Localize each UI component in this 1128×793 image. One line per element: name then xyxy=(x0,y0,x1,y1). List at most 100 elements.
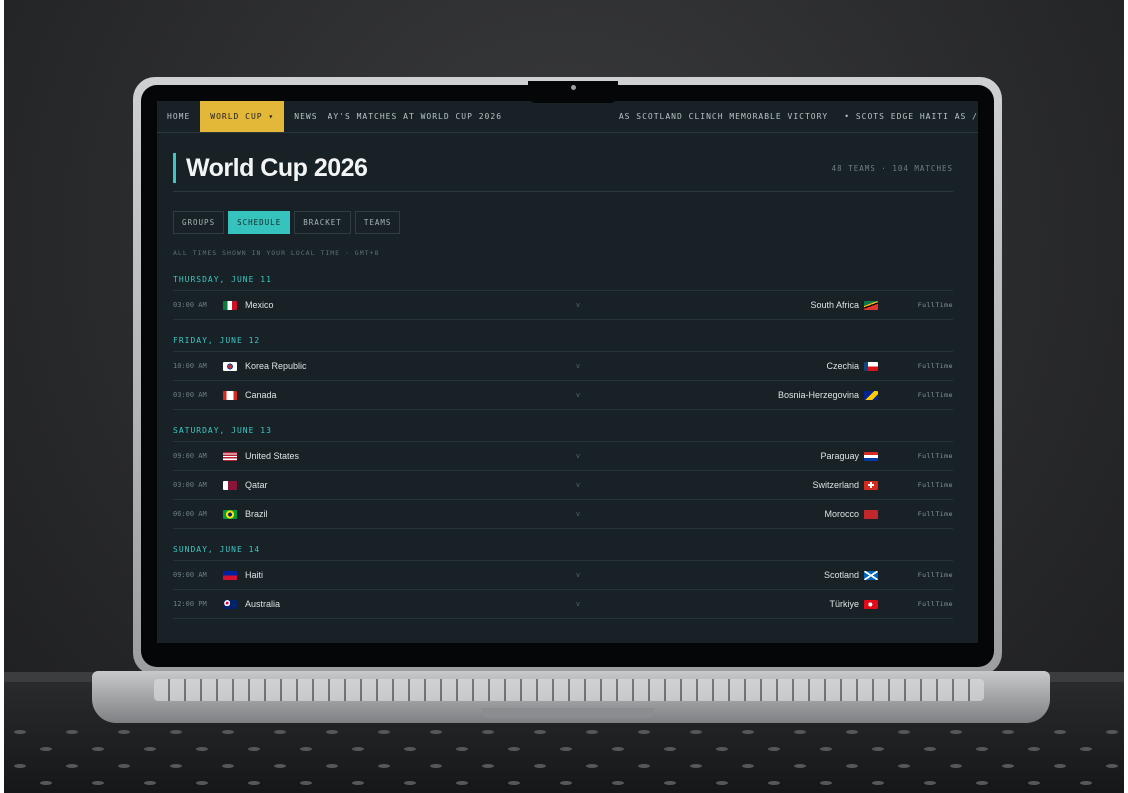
ticker-item[interactable]: AY'S MATCHES AT WORLD CUP 2026 xyxy=(328,112,503,121)
qatar-flag-icon xyxy=(223,480,237,490)
match-status: FullTime xyxy=(917,301,953,309)
view-tabs: GROUPS SCHEDULE BRACKET TEAMS xyxy=(173,211,401,234)
tab-teams[interactable]: TEAMS xyxy=(354,211,401,234)
scotland-flag-icon xyxy=(864,570,878,580)
desk-hole xyxy=(508,781,520,785)
match-time: 12:00 PM xyxy=(173,600,207,608)
desk-hole xyxy=(612,781,624,785)
desk-hole xyxy=(274,730,286,734)
home-team: Haiti xyxy=(223,570,553,580)
desk-hole xyxy=(846,764,858,768)
desk-hole xyxy=(742,764,754,768)
desk-hole xyxy=(404,747,416,751)
away-team-name: Scotland xyxy=(823,570,859,580)
photo-scene: HOME WORLD CUP ▾ NEWS AY'S MATCHES AT WO… xyxy=(4,0,1124,793)
desk-hole xyxy=(248,781,260,785)
desk-hole xyxy=(586,730,598,734)
tab-groups[interactable]: GROUPS xyxy=(173,211,225,234)
versus-label: v xyxy=(575,481,581,489)
mexico-flag-icon xyxy=(223,300,237,310)
versus-label: v xyxy=(575,600,581,608)
desk-hole xyxy=(40,781,52,785)
header-divider xyxy=(173,191,953,192)
versus-label: v xyxy=(575,571,581,579)
desk-hole xyxy=(430,730,442,734)
desk-hole xyxy=(612,747,624,751)
desk-hole xyxy=(14,730,26,734)
nav-world-cup[interactable]: WORLD CUP ▾ xyxy=(200,101,285,132)
nav-news[interactable]: NEWS xyxy=(284,101,327,132)
morocco-flag-icon xyxy=(864,509,878,519)
desk-hole xyxy=(794,764,806,768)
home-team-name: Korea Republic xyxy=(245,361,307,371)
desk-hole xyxy=(1054,730,1066,734)
match-time: 10:00 AM xyxy=(173,362,207,370)
desk-hole xyxy=(222,764,234,768)
home-team: Mexico xyxy=(223,300,553,310)
desk-hole xyxy=(1106,730,1118,734)
match-row[interactable]: 03:00 AM Canada v Bosnia-Herzegovina FullTim… xyxy=(173,381,953,410)
desk-hole xyxy=(92,781,104,785)
match-row[interactable]: 03:00 AM Mexico v South Africa FullTime xyxy=(173,291,953,320)
desk-hole xyxy=(92,747,104,751)
desk-hole xyxy=(976,747,988,751)
page-title: World Cup 2026 xyxy=(186,153,368,182)
tab-bracket[interactable]: BRACKET xyxy=(294,211,351,234)
match-row[interactable]: 10:00 AM Korea Republic v Czechia FullTime xyxy=(173,352,953,381)
desk-hole xyxy=(118,730,130,734)
match-status: FullTime xyxy=(917,600,953,608)
desk-hole xyxy=(1106,764,1118,768)
desk-hole xyxy=(352,781,364,785)
match-row[interactable]: 09:00 AM Haiti v Scotland FullTime xyxy=(173,561,953,590)
match-row[interactable]: 06:00 AM Brazil v Morocco FullTime xyxy=(173,500,953,529)
tab-schedule[interactable]: SCHEDULE xyxy=(228,211,291,234)
home-team: United States xyxy=(223,451,553,461)
home-team-name: Australia xyxy=(245,599,281,609)
news-ticker: AY'S MATCHES AT WORLD CUP 2026 AS SCOTLA… xyxy=(328,101,978,132)
match-time: 09:00 AM xyxy=(173,452,207,460)
desk-hole xyxy=(950,730,962,734)
desk-hole xyxy=(586,764,598,768)
match-row[interactable]: 12:00 PM Australia v Türkiye FullTime xyxy=(173,590,953,619)
camera-notch xyxy=(528,81,618,103)
keyboard xyxy=(154,679,984,701)
day-header: SUNDAY, JUNE 14 xyxy=(173,539,953,561)
desk-hole xyxy=(170,764,182,768)
desk-hole xyxy=(456,747,468,751)
match-row[interactable]: 03:00 AM Qatar v Switzerland FullTime xyxy=(173,471,953,500)
desk-hole xyxy=(768,747,780,751)
desk-hole xyxy=(664,747,676,751)
desk-hole xyxy=(1054,764,1066,768)
screen-bezel: HOME WORLD CUP ▾ NEWS AY'S MATCHES AT WO… xyxy=(141,81,994,667)
versus-label: v xyxy=(575,362,581,370)
ticker-item[interactable]: • SCOTS EDGE HAITI AS / xyxy=(844,112,978,121)
usa-flag-icon xyxy=(223,451,237,461)
desk-hole xyxy=(222,730,234,734)
desk-hole xyxy=(326,730,338,734)
versus-label: v xyxy=(575,510,581,518)
ticker-item[interactable]: AS SCOTLAND CLINCH MEMORABLE VICTORY xyxy=(619,112,828,121)
match-row[interactable]: 09:00 AM United States v Paraguay FullTime xyxy=(173,442,953,471)
home-team-name: Brazil xyxy=(245,509,268,519)
desk-hole xyxy=(300,747,312,751)
nav-home[interactable]: HOME xyxy=(157,101,200,132)
versus-label: v xyxy=(575,452,581,460)
away-team: South Africa xyxy=(603,300,878,310)
match-schedule: THURSDAY, JUNE 11 03:00 AM Mexico v South Af… xyxy=(173,269,953,619)
brazil-flag-icon xyxy=(223,509,237,519)
australia-flag-icon xyxy=(223,599,237,609)
laptop-lid: HOME WORLD CUP ▾ NEWS AY'S MATCHES AT WO… xyxy=(133,77,1002,675)
desk-hole xyxy=(924,747,936,751)
match-time: 03:00 AM xyxy=(173,301,207,309)
desk-hole xyxy=(716,781,728,785)
desk-hole xyxy=(300,781,312,785)
away-team: Türkiye xyxy=(603,599,878,609)
away-team-name: Bosnia-Herzegovina xyxy=(777,390,859,400)
home-team-name: Haiti xyxy=(245,570,264,580)
turkiye-flag-icon xyxy=(864,599,878,609)
desk-hole xyxy=(118,764,130,768)
home-team-name: United States xyxy=(245,451,300,461)
desk-hole xyxy=(794,730,806,734)
desk-hole xyxy=(924,781,936,785)
day-header: SATURDAY, JUNE 13 xyxy=(173,420,953,442)
